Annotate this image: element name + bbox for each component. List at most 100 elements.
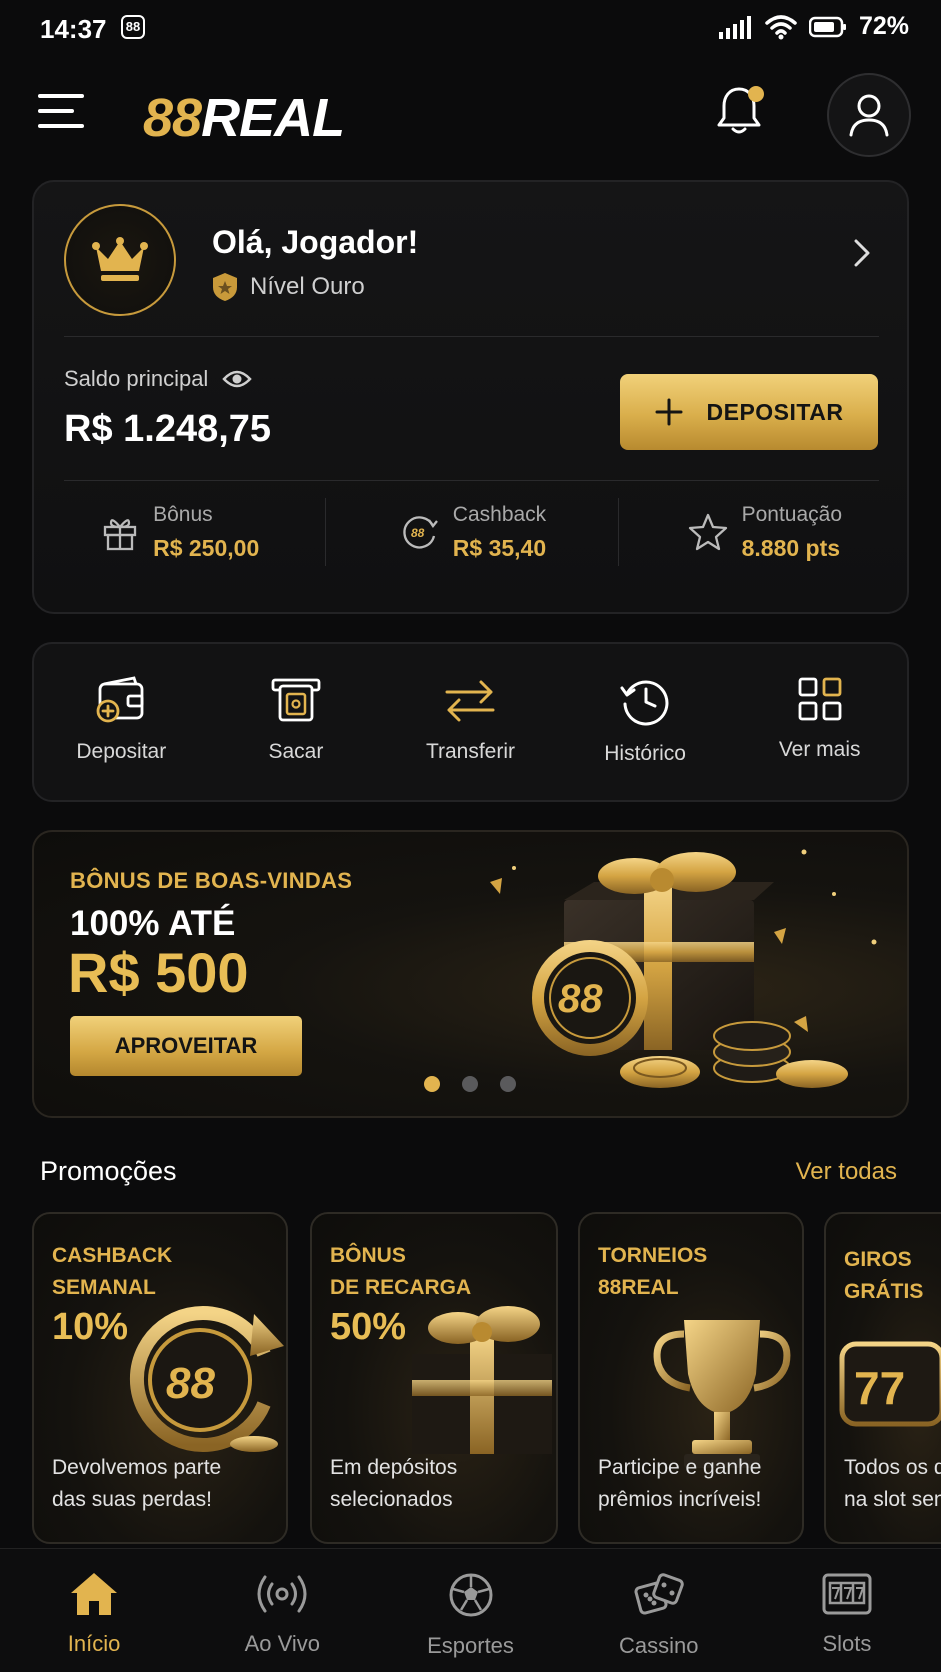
action-label: Depositar bbox=[76, 740, 167, 763]
svg-text:88: 88 bbox=[411, 526, 425, 540]
promo-heading-line: CASHBACK bbox=[52, 1244, 173, 1267]
carousel-dot[interactable] bbox=[462, 1076, 478, 1092]
gift-icon bbox=[103, 519, 137, 551]
signal-icon bbox=[718, 15, 751, 39]
notification-dot bbox=[748, 86, 764, 102]
atm-withdraw-icon bbox=[271, 678, 321, 722]
status-bar: 14:37 88 72% bbox=[0, 0, 941, 56]
divider bbox=[64, 336, 879, 337]
promo-description-line: Participe e ganhe bbox=[598, 1456, 762, 1479]
nav-casino[interactable]: Cassino bbox=[565, 1549, 753, 1672]
app-notification-badge: 88 bbox=[121, 15, 145, 39]
promo-heading-line: BÔNUS bbox=[330, 1244, 406, 1267]
nav-live[interactable]: Ao Vivo bbox=[188, 1549, 376, 1672]
status-time: 14:37 bbox=[40, 14, 107, 44]
promo-description-line: das suas perdas! bbox=[52, 1488, 212, 1511]
promotions-carousel[interactable]: CASHBACK SEMANAL 10% 88 Devolvemos parte… bbox=[0, 1212, 941, 1544]
welcome-bonus-banner[interactable]: BÔNUS DE BOAS-VINDAS 100% ATÉ R$ 500 APR… bbox=[32, 830, 909, 1118]
promo-description: Devolvemos parte das suas perdas! bbox=[52, 1452, 221, 1516]
brand-logo[interactable]: 88REAL bbox=[143, 88, 345, 148]
promo-card-reload-bonus[interactable]: BÔNUS DE RECARGA 50% Em depósitos seleci… bbox=[310, 1212, 558, 1544]
promo-heading-line: TORNEIOS bbox=[598, 1244, 708, 1267]
promo-heading: GIROS GRÁTIS bbox=[844, 1244, 923, 1308]
dice-icon bbox=[634, 1573, 684, 1615]
balance-label: Saldo principal bbox=[64, 366, 253, 392]
action-transfer[interactable]: Transferir bbox=[383, 644, 558, 800]
chevron-right-icon[interactable] bbox=[853, 238, 871, 273]
promo-heading: TORNEIOS 88REAL bbox=[598, 1240, 707, 1304]
promo-card-free-spins[interactable]: GIROS GRÁTIS 77 Todos os di na slot sen bbox=[824, 1212, 941, 1544]
nav-label: Esportes bbox=[427, 1633, 514, 1658]
action-more[interactable]: Ver mais bbox=[732, 644, 907, 800]
action-label: Ver mais bbox=[778, 738, 861, 761]
promo-heading-line: GRÁTIS bbox=[844, 1280, 924, 1303]
promo-description-line: Todos os di bbox=[844, 1456, 941, 1479]
divider bbox=[64, 480, 879, 481]
nav-label: Slots bbox=[822, 1631, 872, 1656]
eye-icon[interactable] bbox=[222, 369, 253, 389]
star-icon bbox=[688, 513, 727, 551]
hamburger-menu-icon[interactable] bbox=[38, 94, 84, 134]
battery-icon bbox=[808, 16, 846, 37]
promo-card-tournaments[interactable]: TORNEIOS 88REAL Participe e ganhe prêmio… bbox=[578, 1212, 804, 1544]
nav-label: Ao Vivo bbox=[244, 1631, 321, 1656]
carousel-indicators bbox=[424, 1076, 516, 1092]
profile-button[interactable] bbox=[827, 73, 911, 157]
status-icons: 72% bbox=[718, 12, 909, 41]
shield-badge-icon bbox=[213, 273, 237, 301]
stat-points[interactable]: Pontuação 8.880 pts bbox=[619, 482, 911, 582]
stat-value: R$ 250,00 bbox=[153, 534, 260, 561]
see-all-promotions-link[interactable]: Ver todas bbox=[796, 1158, 897, 1186]
balance-value: R$ 1.248,75 bbox=[64, 408, 272, 450]
stat-label: Cashback bbox=[452, 502, 547, 526]
stat-value: R$ 35,40 bbox=[452, 534, 547, 561]
cashback-coin-icon: 88 bbox=[129, 1306, 284, 1452]
slot-machine-illustration: 77 bbox=[839, 1341, 941, 1427]
promo-description-line: na slot sen bbox=[844, 1488, 941, 1511]
logo-text: REAL bbox=[201, 88, 345, 148]
nav-label: Início bbox=[67, 1631, 121, 1656]
promo-heading-line: 88REAL bbox=[598, 1276, 679, 1299]
nav-sports[interactable]: Esportes bbox=[376, 1549, 564, 1672]
action-withdraw[interactable]: Sacar bbox=[209, 644, 384, 800]
action-label: Histórico bbox=[604, 742, 686, 765]
promo-description-line: Em depósitos bbox=[330, 1456, 458, 1479]
nav-label: Cassino bbox=[618, 1633, 699, 1658]
vip-avatar bbox=[64, 204, 176, 316]
chip-logo-text: 88 bbox=[558, 977, 603, 1021]
promo-description-line: prêmios incríveis! bbox=[598, 1488, 762, 1511]
action-history[interactable]: Histórico bbox=[558, 644, 733, 800]
grid-icon bbox=[798, 677, 842, 721]
stat-bonus[interactable]: Bônus R$ 250,00 bbox=[34, 482, 327, 582]
wifi-icon bbox=[765, 14, 797, 39]
greeting-text: Olá, Jogador! bbox=[212, 224, 419, 260]
carousel-dot[interactable] bbox=[424, 1076, 440, 1092]
account-card: Olá, Jogador! Nível Ouro Saldo principal… bbox=[32, 180, 909, 614]
promotions-title: Promoções bbox=[40, 1156, 177, 1186]
live-broadcast-icon bbox=[257, 1575, 307, 1613]
plus-icon bbox=[655, 398, 682, 426]
promo-description: Todos os di na slot sen bbox=[844, 1452, 941, 1516]
nav-slots[interactable]: Slots bbox=[753, 1549, 941, 1672]
promo-description-line: selecionados bbox=[330, 1488, 453, 1511]
promo-highlight: 50% bbox=[330, 1306, 407, 1348]
notification-bell-icon[interactable] bbox=[716, 84, 766, 140]
stat-value: 8.880 pts bbox=[741, 534, 841, 561]
soccer-ball-icon bbox=[449, 1573, 492, 1617]
promo-card-cashback[interactable]: CASHBACK SEMANAL 10% 88 Devolvemos parte… bbox=[32, 1212, 288, 1544]
promo-description-line: Devolvemos parte bbox=[52, 1456, 222, 1479]
quick-actions: Depositar Sacar Transferir Histórico Ver… bbox=[32, 642, 909, 802]
deposit-button[interactable]: DEPOSITAR bbox=[620, 374, 878, 450]
account-stats: Bônus R$ 250,00 88 Cashback R$ 35,40 Pon… bbox=[34, 482, 911, 582]
user-icon bbox=[849, 94, 889, 137]
action-deposit[interactable]: Depositar bbox=[34, 644, 209, 800]
nav-home[interactable]: Início bbox=[0, 1549, 188, 1672]
wallet-plus-icon bbox=[96, 676, 144, 723]
claim-bonus-button[interactable]: APROVEITAR bbox=[70, 1016, 302, 1076]
banner-kicker: BÔNUS DE BOAS-VINDAS bbox=[70, 868, 353, 893]
carousel-dot[interactable] bbox=[500, 1076, 516, 1092]
slot-machine-icon bbox=[822, 1573, 872, 1615]
stat-label: Pontuação bbox=[741, 502, 843, 526]
promo-description: Em depósitos selecionados bbox=[330, 1452, 457, 1516]
stat-cashback[interactable]: 88 Cashback R$ 35,40 bbox=[326, 482, 619, 582]
